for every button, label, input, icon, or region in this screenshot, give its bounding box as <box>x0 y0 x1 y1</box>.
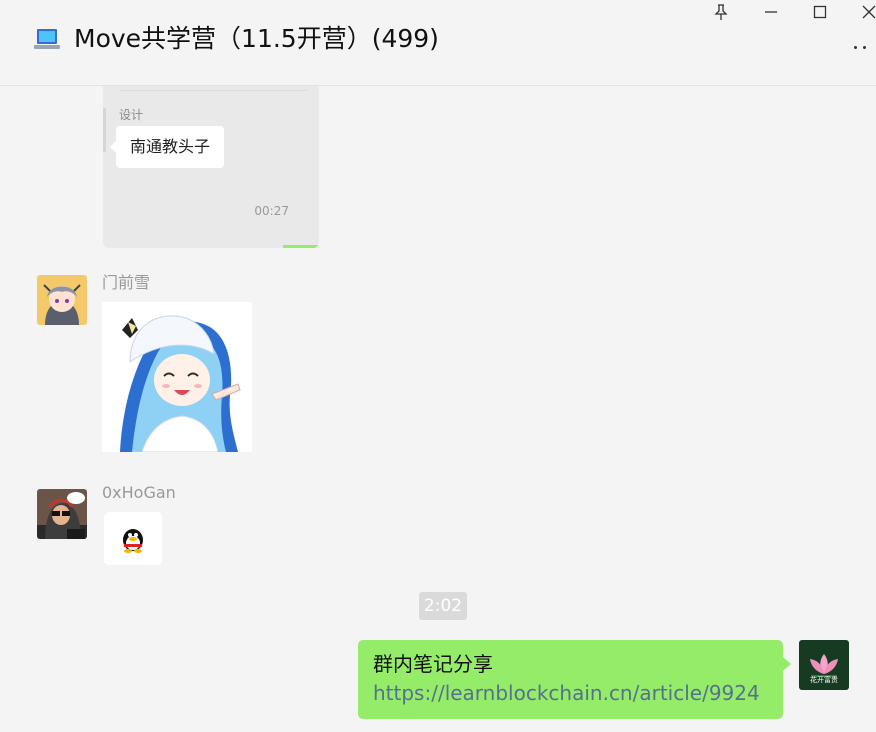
avatar-lotus[interactable]: 花开富贵 <box>799 640 849 690</box>
message-link[interactable]: https://learnblockchain.cn/article/9924 <box>373 681 760 705</box>
nickname: 0xHoGan <box>102 483 176 502</box>
pin-icon[interactable] <box>709 2 733 22</box>
divider <box>119 90 307 91</box>
card-message: 南通教头子 <box>109 126 225 168</box>
laptop-icon <box>34 29 60 49</box>
avatar-hacker[interactable] <box>37 489 87 539</box>
card-sender: 设计 <box>119 108 144 122</box>
time-divider: 2:02 <box>419 592 467 620</box>
anime-sticker[interactable] <box>102 302 252 453</box>
avatar-anime[interactable] <box>37 275 87 325</box>
maximize-icon[interactable] <box>808 2 832 22</box>
qq-penguin-emoji[interactable] <box>104 512 162 565</box>
close-icon[interactable] <box>857 2 876 22</box>
minimize-icon[interactable] <box>759 2 783 22</box>
self-message-bubble[interactable]: 群内笔记分享 https://learnblockchain.cn/article… <box>358 640 791 719</box>
quote-bar <box>103 108 106 152</box>
nickname: 门前雪 <box>102 273 151 292</box>
card-timestamp: 00:27 <box>254 204 289 218</box>
message-text: 群内笔记分享 <box>373 652 493 676</box>
chat-title: Move共学营（11.5开营）(499) <box>74 24 439 53</box>
avatar-caption: 花开富贵 <box>810 676 838 684</box>
title-bar: Move共学营（11.5开营）(499) <box>0 0 876 86</box>
forwarded-card[interactable]: 设计 南通教头子 00:27 <box>103 86 319 248</box>
card-accent <box>283 245 319 248</box>
message-list[interactable]: 设计 南通教头子 00:27 门前雪 0xHoGan 2:02 群内笔记分享ht… <box>0 86 876 732</box>
more-icon[interactable] <box>852 44 870 52</box>
